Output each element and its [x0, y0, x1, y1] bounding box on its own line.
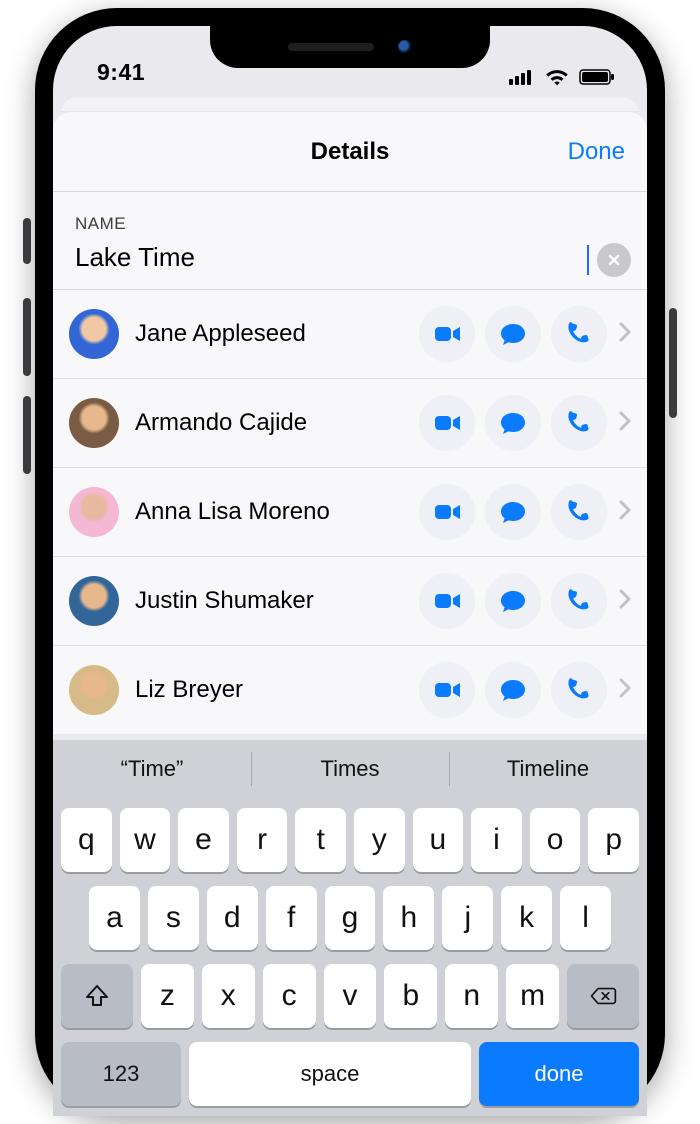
chevron-right-icon: [617, 322, 639, 347]
facetime-video-button[interactable]: [419, 484, 475, 540]
key-l[interactable]: l: [560, 886, 611, 950]
backspace-icon: [589, 982, 617, 1010]
message-button[interactable]: [485, 662, 541, 718]
device-notch: [210, 26, 490, 68]
key-d[interactable]: d: [207, 886, 258, 950]
chevron-right-icon: [617, 589, 639, 614]
chevron-right-icon: [617, 678, 639, 703]
done-button[interactable]: Done: [568, 138, 625, 166]
key-q[interactable]: q: [61, 808, 112, 872]
phone-button[interactable]: [551, 395, 607, 451]
prediction-option[interactable]: Times: [251, 740, 449, 798]
avatar: [69, 398, 119, 448]
avatar: [69, 309, 119, 359]
key-s[interactable]: s: [148, 886, 199, 950]
x-icon: [607, 253, 621, 267]
facetime-video-button[interactable]: [419, 306, 475, 362]
phone-button[interactable]: [551, 662, 607, 718]
key-h[interactable]: h: [383, 886, 434, 950]
phone-frame: 9:41 Details Done NAME: [35, 8, 665, 1116]
avatar: [69, 665, 119, 715]
wifi-icon: [545, 68, 569, 86]
contact-name: Liz Breyer: [135, 676, 419, 704]
phone-button[interactable]: [551, 573, 607, 629]
facetime-video-button[interactable]: [419, 573, 475, 629]
sheet-header: Details Done: [53, 112, 647, 192]
contact-row[interactable]: Jane Appleseed: [53, 290, 647, 379]
cellular-icon: [509, 69, 535, 85]
phone-button[interactable]: [551, 484, 607, 540]
key-u[interactable]: u: [413, 808, 464, 872]
key-c[interactable]: c: [263, 964, 316, 1028]
keyboard: “Time” Times Timeline q w e r t y u i o: [53, 740, 647, 1116]
key-b[interactable]: b: [384, 964, 437, 1028]
contact-row[interactable]: Justin Shumaker: [53, 557, 647, 646]
contact-row[interactable]: Liz Breyer: [53, 646, 647, 734]
shift-icon: [83, 982, 111, 1010]
group-name-input[interactable]: [75, 240, 593, 279]
text-caret: [587, 245, 589, 275]
shift-key[interactable]: [61, 964, 133, 1028]
key-i[interactable]: i: [471, 808, 522, 872]
avatar: [69, 576, 119, 626]
keyboard-done-key[interactable]: done: [479, 1042, 639, 1106]
sheet-title: Details: [311, 138, 390, 166]
key-k[interactable]: k: [501, 886, 552, 950]
key-y[interactable]: y: [354, 808, 405, 872]
key-x[interactable]: x: [202, 964, 255, 1028]
key-e[interactable]: e: [178, 808, 229, 872]
key-a[interactable]: a: [89, 886, 140, 950]
message-button[interactable]: [485, 306, 541, 362]
key-w[interactable]: w: [120, 808, 171, 872]
key-f[interactable]: f: [266, 886, 317, 950]
phone-button[interactable]: [551, 306, 607, 362]
clear-text-button[interactable]: [597, 243, 631, 277]
numbers-key[interactable]: 123: [61, 1042, 181, 1106]
contact-name: Anna Lisa Moreno: [135, 498, 419, 526]
facetime-video-button[interactable]: [419, 662, 475, 718]
chevron-right-icon: [617, 500, 639, 525]
message-button[interactable]: [485, 484, 541, 540]
battery-icon: [579, 69, 615, 85]
message-button[interactable]: [485, 573, 541, 629]
key-j[interactable]: j: [442, 886, 493, 950]
key-t[interactable]: t: [295, 808, 346, 872]
key-n[interactable]: n: [445, 964, 498, 1028]
name-section-label: NAME: [53, 192, 647, 240]
prediction-option[interactable]: “Time”: [53, 740, 251, 798]
details-sheet: Details Done NAME Jane Applesee: [53, 112, 647, 734]
key-z[interactable]: z: [141, 964, 194, 1028]
key-o[interactable]: o: [530, 808, 581, 872]
avatar: [69, 487, 119, 537]
contact-row[interactable]: Armando Cajide: [53, 379, 647, 468]
key-p[interactable]: p: [588, 808, 639, 872]
key-r[interactable]: r: [237, 808, 288, 872]
contact-name: Armando Cajide: [135, 409, 419, 437]
key-v[interactable]: v: [324, 964, 377, 1028]
facetime-video-button[interactable]: [419, 395, 475, 451]
contact-name: Justin Shumaker: [135, 587, 419, 615]
key-m[interactable]: m: [506, 964, 559, 1028]
chevron-right-icon: [617, 411, 639, 436]
key-g[interactable]: g: [325, 886, 376, 950]
prediction-bar: “Time” Times Timeline: [53, 740, 647, 798]
delete-key[interactable]: [567, 964, 639, 1028]
contact-name: Jane Appleseed: [135, 320, 419, 348]
message-button[interactable]: [485, 395, 541, 451]
space-key[interactable]: space: [189, 1042, 471, 1106]
prediction-option[interactable]: Timeline: [449, 740, 647, 798]
contact-row[interactable]: Anna Lisa Moreno: [53, 468, 647, 557]
status-time: 9:41: [97, 59, 145, 86]
